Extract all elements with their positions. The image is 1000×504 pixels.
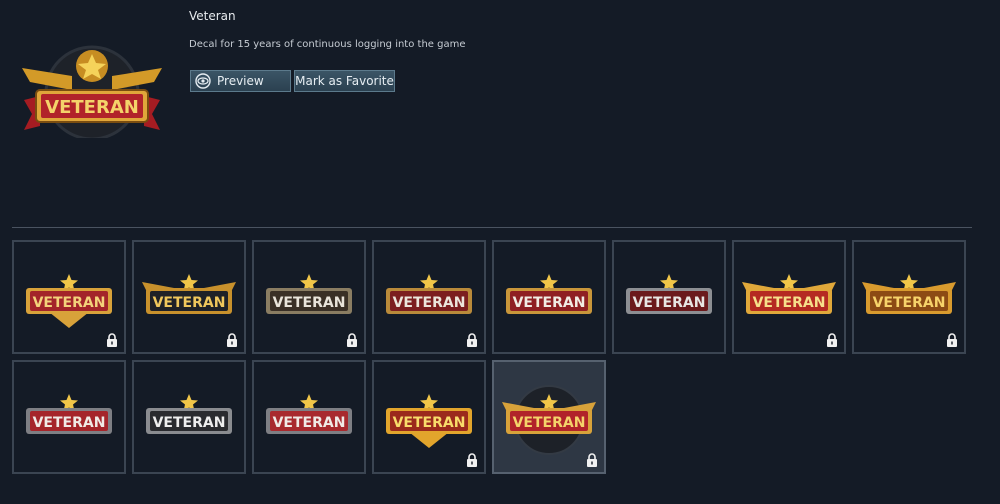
lock-icon bbox=[347, 333, 357, 347]
decal-tile[interactable]: VETERAN bbox=[372, 360, 486, 474]
decal-tile[interactable]: VETERAN bbox=[132, 240, 246, 354]
veteran-decal-image: VETERAN bbox=[146, 394, 232, 434]
decal-label: VETERAN bbox=[753, 295, 826, 311]
decal-label: VETERAN bbox=[513, 295, 586, 311]
divider bbox=[12, 227, 972, 228]
decal-label: VETERAN bbox=[273, 415, 346, 431]
veteran-decal-image: VETERAN bbox=[506, 274, 592, 314]
eye-icon bbox=[195, 73, 211, 89]
selected-decal-preview: VETERAN bbox=[12, 38, 172, 141]
lock-icon bbox=[107, 333, 117, 347]
decal-title: Veteran bbox=[189, 9, 236, 23]
preview-button[interactable]: Preview bbox=[190, 70, 291, 92]
veteran-decal-image: VETERAN bbox=[26, 394, 112, 434]
decal-tile[interactable]: VETERAN bbox=[732, 240, 846, 354]
veteran-decal-image: VETERAN bbox=[626, 274, 712, 314]
lock-icon bbox=[467, 453, 477, 467]
decal-label: VETERAN bbox=[153, 295, 226, 311]
decal-label: VETERAN bbox=[33, 295, 106, 311]
decal-label: VETERAN bbox=[513, 415, 586, 431]
decal-tile[interactable]: VETERAN bbox=[492, 360, 606, 474]
decal-label: VETERAN bbox=[873, 295, 946, 311]
decal-description: Decal for 15 years of continuous logging… bbox=[189, 39, 466, 50]
decal-tile[interactable]: VETERAN bbox=[852, 240, 966, 354]
decal-tile[interactable]: VETERAN bbox=[492, 240, 606, 354]
decal-label: VETERAN bbox=[393, 295, 466, 311]
lock-icon bbox=[587, 453, 597, 467]
decal-label: VETERAN bbox=[273, 295, 346, 311]
veteran-decal-image: VETERAN bbox=[22, 45, 162, 141]
decal-tile[interactable]: VETERAN bbox=[612, 240, 726, 354]
lock-icon bbox=[827, 333, 837, 347]
decal-tile[interactable]: VETERAN bbox=[132, 360, 246, 474]
preview-button-label: Preview bbox=[217, 74, 264, 88]
veteran-decal-image: VETERAN bbox=[266, 394, 352, 434]
svg-text:VETERAN: VETERAN bbox=[45, 97, 139, 118]
decal-label: VETERAN bbox=[33, 415, 106, 431]
decal-tile[interactable]: VETERAN bbox=[12, 360, 126, 474]
mark-as-favorite-button[interactable]: Mark as Favorite bbox=[294, 70, 395, 92]
lock-icon bbox=[947, 333, 957, 347]
decal-tile[interactable]: VETERAN bbox=[12, 240, 126, 354]
decal-label: VETERAN bbox=[393, 415, 466, 431]
lock-icon bbox=[227, 333, 237, 347]
decal-label: VETERAN bbox=[153, 415, 226, 431]
decal-label: VETERAN bbox=[633, 295, 706, 311]
decal-tile[interactable]: VETERAN bbox=[372, 240, 486, 354]
lock-icon bbox=[467, 333, 477, 347]
decal-tile[interactable]: VETERAN bbox=[252, 240, 366, 354]
decal-tile[interactable]: VETERAN bbox=[252, 360, 366, 474]
